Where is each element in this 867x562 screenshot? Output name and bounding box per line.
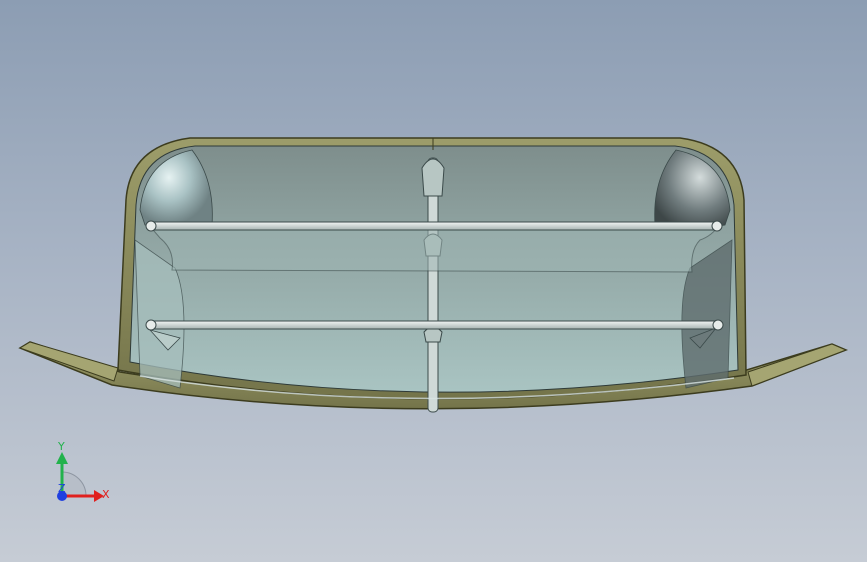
lower-louver-pivot-right — [712, 319, 724, 331]
y-axis-arrowhead-icon — [56, 452, 68, 464]
triad-quarter-disc — [61, 471, 87, 497]
upper-louver-pivot-left — [145, 220, 157, 232]
upper-louver[interactable] — [146, 223, 721, 273]
z-axis-label: Z — [58, 482, 66, 495]
air-vent-model[interactable] — [18, 137, 848, 413]
lower-louver-pivot-left — [145, 319, 157, 331]
left-mounting-tab[interactable] — [18, 341, 119, 382]
rib-clip-top — [421, 158, 445, 197]
graphics-viewport[interactable] — [0, 0, 867, 562]
upper-louver-pivot-right — [711, 220, 723, 232]
lower-louver-blade[interactable] — [147, 320, 723, 330]
y-axis-label: Y — [57, 440, 65, 453]
coordinate-triad: Y X Z — [56, 440, 110, 502]
x-axis-label: X — [102, 488, 110, 501]
upper-louver-blade[interactable] — [147, 221, 721, 231]
